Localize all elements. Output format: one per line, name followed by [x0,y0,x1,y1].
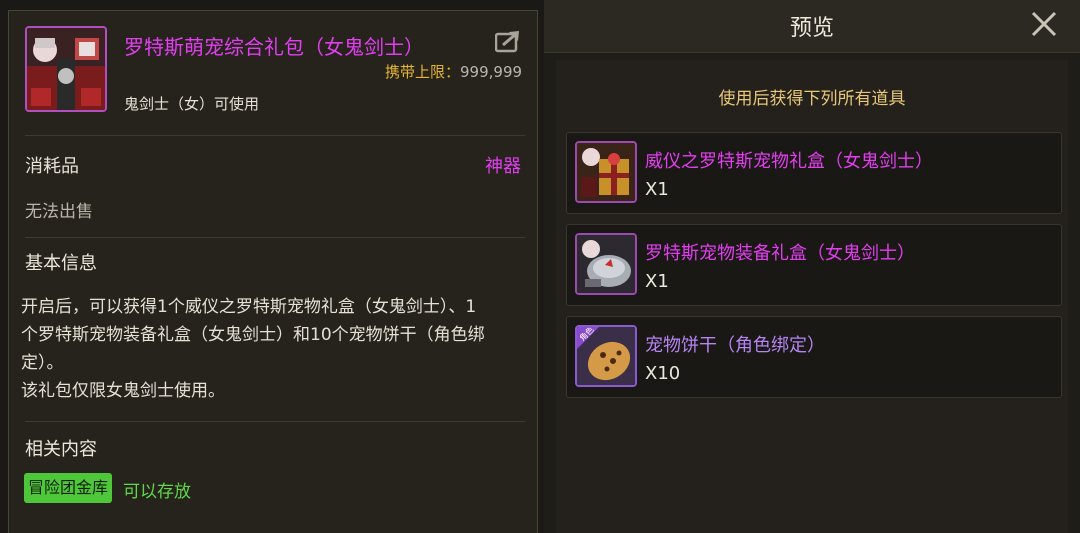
item-icon [25,26,107,112]
preview-header: 预览 [544,0,1080,53]
gift-box-icon [575,141,637,203]
preview-body: 使用后获得下列所有道具 威仪之罗特斯宠物礼盒（女鬼剑士） X1 罗特斯宠物装备礼… [556,60,1068,533]
preview-title: 预览 [789,16,834,41]
item-description: 开启后，可以获得1个威仪之罗特斯宠物礼盒（女鬼剑士）、1 个罗特斯宠物装备礼盒（… [21,293,531,405]
divider [25,237,525,238]
reward-quantity: X10 [645,363,681,384]
carry-limit: 携带上限：999,999 [385,61,522,82]
reward-row[interactable]: 威仪之罗特斯宠物礼盒（女鬼剑士） X1 [566,132,1062,214]
reward-quantity: X1 [645,271,669,292]
sell-status: 无法出售 [25,202,93,222]
description-line: 个罗特斯宠物装备礼盒（女鬼剑士）和10个宠物饼干（角色绑 [21,325,485,345]
pet-equipment-icon [575,233,637,295]
description-line: 定）。 [21,353,64,373]
basic-info-title: 基本信息 [25,253,97,274]
reward-name: 宠物饼干（角色绑定） [645,335,825,356]
reward-row[interactable]: 罗特斯宠物装备礼盒（女鬼剑士） X1 [566,224,1062,306]
close-icon[interactable] [1028,8,1060,40]
item-name: 罗特斯萌宠综合礼包（女鬼剑士） [124,35,424,59]
preview-subtitle: 使用后获得下列所有道具 [718,89,906,109]
vault-status: 可以存放 [123,482,191,502]
divider [25,135,525,136]
cookie-icon: 角色 [575,325,637,387]
item-type: 消耗品 [25,156,79,177]
divider [25,421,525,422]
preview-panel: 预览 使用后获得下列所有道具 威仪之罗特斯宠物礼盒（女鬼剑士） X1 罗特斯宠物… [544,0,1080,533]
item-rarity: 神器 [485,156,521,177]
carry-limit-value: 999,999 [460,63,523,81]
usable-by-text: 鬼剑士（女）可使用 [124,95,260,113]
reward-quantity: X1 [645,179,669,200]
reward-name: 威仪之罗特斯宠物礼盒（女鬼剑士） [645,151,933,172]
item-tooltip-panel: 罗特斯萌宠综合礼包（女鬼剑士） 携带上限：999,999 鬼剑士（女）可使用 消… [8,10,538,533]
related-content-title: 相关内容 [25,439,97,460]
description-line: 该礼包仅限女鬼剑士使用。 [21,381,225,401]
adventure-vault-badge[interactable]: 冒险团金库 [24,473,113,503]
description-line: 开启后，可以获得1个威仪之罗特斯宠物礼盒（女鬼剑士）、1 [21,297,477,317]
reward-name: 罗特斯宠物装备礼盒（女鬼剑士） [645,243,915,264]
carry-limit-label: 携带上限： [385,63,461,81]
share-icon[interactable] [494,29,523,53]
reward-row[interactable]: 角色 宠物饼干（角色绑定） X10 [566,316,1062,398]
